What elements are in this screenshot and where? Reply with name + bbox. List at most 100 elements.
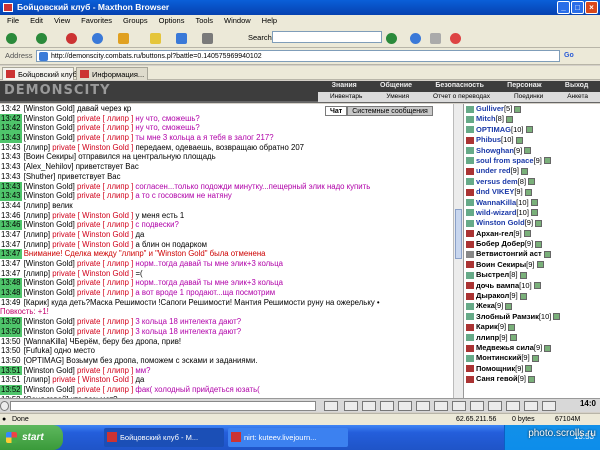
tab-system-messages[interactable]: Системные сообщения (347, 106, 433, 116)
user-name[interactable]: Выстрел (476, 270, 509, 279)
user-list-item[interactable]: Ветвистонгий аст (464, 249, 600, 259)
user-list-item[interactable]: versus dem[8] (464, 177, 600, 187)
chat-author[interactable]: [ллипр] (24, 230, 50, 239)
chat-author[interactable]: [Winston Gold] (24, 366, 75, 375)
chat-author[interactable]: [Shuther] (24, 172, 56, 181)
chat-author[interactable]: [Winston Gold] (24, 259, 75, 268)
chat-private-tag[interactable]: private [ ллипр ] (77, 123, 133, 132)
user-name[interactable]: Монтинский (476, 353, 521, 362)
user-list-item[interactable]: Phibus[10] (464, 135, 600, 145)
nav-knowledge[interactable]: Знания (332, 82, 357, 89)
info-icon[interactable] (505, 115, 513, 123)
chat-private-tag[interactable]: private [ ллипр ] (77, 366, 133, 375)
chat-private-tag[interactable]: private [ ллипр ] (77, 220, 133, 229)
info-icon[interactable] (508, 323, 516, 331)
user-name[interactable]: Gulliver (476, 104, 504, 113)
exit-icon[interactable] (542, 401, 556, 411)
info-icon[interactable] (525, 365, 533, 373)
user-list-item[interactable]: Mitch[8] (464, 114, 600, 124)
chat-author[interactable]: [Winston Gold] (24, 104, 75, 113)
taskbar-item-livejournal[interactable]: nirt: kuteev.livejourn... (228, 428, 348, 447)
nav-communication[interactable]: Общение (380, 82, 412, 89)
info-icon[interactable] (531, 354, 539, 362)
chat-author[interactable]: [Воин Секиры] (24, 152, 76, 161)
people-icon[interactable] (506, 401, 520, 411)
user-list-item[interactable]: Дыракол[9] (464, 291, 600, 301)
address-input[interactable]: http://demonscity.combats.ru/buttons.pl?… (36, 50, 560, 62)
book-icon[interactable] (488, 401, 502, 411)
info-icon[interactable] (514, 105, 522, 113)
search-input[interactable] (272, 31, 382, 43)
search-go-icon[interactable] (386, 31, 397, 44)
user-list-item[interactable]: ллипр[9] (464, 333, 600, 343)
info-icon[interactable] (528, 178, 536, 186)
menu-view[interactable]: View (54, 15, 70, 27)
send-button[interactable] (324, 401, 338, 411)
info-icon[interactable] (533, 282, 541, 290)
user-list-item[interactable]: Архан-гел[9] (464, 229, 600, 239)
chat-author[interactable]: [ллипр] (24, 240, 50, 249)
info-icon[interactable] (553, 313, 561, 321)
arrow-icon[interactable] (380, 401, 394, 411)
user-name[interactable]: Злобный Рамзик (476, 312, 539, 321)
info-icon[interactable] (530, 209, 538, 217)
settings-icon[interactable] (434, 401, 448, 411)
chat-private-tag[interactable]: private [ Winston Gold ] (52, 230, 133, 239)
chat-author[interactable]: [Winston Gold] (24, 278, 75, 287)
info-icon[interactable] (519, 292, 527, 300)
chat-private-tag[interactable]: private [ ллипр ] (77, 327, 133, 336)
nav-character[interactable]: Персонаж (507, 82, 541, 89)
info-icon[interactable] (509, 334, 517, 342)
info-icon[interactable] (519, 271, 527, 279)
info-icon[interactable] (520, 167, 528, 175)
chat-author[interactable]: [ллипр] (24, 201, 50, 210)
user-list-item[interactable]: Карик[9] (464, 322, 600, 332)
home-icon[interactable] (118, 31, 129, 44)
user-list-item[interactable]: Злобный Рамзик[10] (464, 312, 600, 322)
info-icon[interactable] (505, 302, 513, 310)
list-icon[interactable] (470, 401, 484, 411)
mail-icon[interactable] (202, 31, 213, 44)
info-icon[interactable] (528, 375, 536, 383)
user-name[interactable]: Бобер Добер (476, 239, 525, 248)
chat-private-tag[interactable]: private [ Winston Gold ] (52, 240, 133, 249)
user-name[interactable]: Showghan (476, 146, 514, 155)
menu-edit[interactable]: Edit (30, 15, 43, 27)
info-icon[interactable] (535, 240, 543, 248)
chat-private-tag[interactable]: private [ ллипр ] (77, 133, 133, 142)
info-icon[interactable] (544, 344, 552, 352)
chat-author[interactable]: [Fufuka] (24, 346, 52, 355)
user-name[interactable]: Mitch (476, 114, 496, 123)
menu-favorites[interactable]: Favorites (81, 15, 112, 27)
info-icon[interactable] (524, 147, 532, 155)
scroll-thumb[interactable] (455, 209, 462, 259)
chat-author[interactable]: [ллипр] (24, 269, 50, 278)
chat-private-tag[interactable]: private [ ллипр ] (77, 191, 133, 200)
chat-author[interactable]: [Winston Gold] (24, 385, 75, 394)
chat-author[interactable]: [Winston Gold] (24, 327, 75, 336)
user-list-item[interactable]: Монтинский[9] (464, 353, 600, 363)
info-icon[interactable] (535, 219, 543, 227)
user-list-item[interactable]: Воин Секиры[9] (464, 260, 600, 270)
chat-scrollbar[interactable] (453, 104, 463, 398)
go-button[interactable]: Go (564, 50, 598, 62)
chat-author[interactable]: [WannaKilla] (24, 337, 67, 346)
mute-icon[interactable] (430, 31, 441, 44)
minimize-button[interactable]: _ (557, 1, 570, 14)
user-name[interactable]: WannaKilla (476, 198, 516, 207)
menu-help[interactable]: Help (262, 15, 277, 27)
chat-author[interactable]: [Winston Gold] (24, 182, 75, 191)
menu-file[interactable]: File (7, 15, 19, 27)
chat-input[interactable] (10, 401, 316, 411)
translate-icon[interactable] (410, 31, 421, 44)
chat-author[interactable]: [Winston Gold] (24, 191, 75, 200)
clear-icon[interactable] (344, 401, 358, 411)
user-list-item[interactable]: Жека[9] (464, 301, 600, 311)
chat-author[interactable]: [OPTIMAG] (24, 356, 64, 365)
user-name[interactable]: дочь вампа (476, 281, 519, 290)
user-list-item[interactable]: Showghan[9] (464, 146, 600, 156)
user-list-item[interactable]: wild-wizard[10] (464, 208, 600, 218)
user-name[interactable]: wild-wizard (476, 208, 516, 217)
chat-private-tag[interactable]: private [ ллипр ] (77, 259, 133, 268)
user-list-item[interactable]: Бобер Добер[9] (464, 239, 600, 249)
